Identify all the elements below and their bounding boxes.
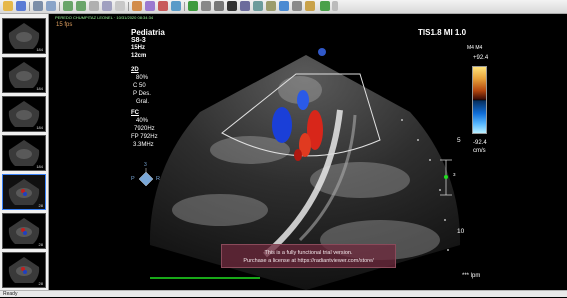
- text-icon[interactable]: [171, 1, 181, 11]
- p-value: P Des.: [133, 91, 151, 97]
- heart-rate: *** lpm: [462, 273, 481, 279]
- window-level-icon[interactable]: [115, 1, 125, 11]
- series-thumbnail[interactable]: 28: [2, 213, 46, 249]
- series-thumbnail[interactable]: 28: [2, 174, 46, 210]
- scale-top: +92.4: [473, 55, 489, 61]
- toolbar-separator: [128, 2, 129, 11]
- series-thumbnail[interactable]: 184: [2, 135, 46, 171]
- toolbar-separator: [184, 2, 185, 11]
- mode-2d-label: 2D: [131, 67, 139, 73]
- depth-mark-10: 10: [457, 228, 465, 235]
- fp-value: FP 792Hz: [131, 134, 158, 140]
- play-icon[interactable]: [188, 1, 198, 11]
- scale-bottom: -92.4: [473, 140, 487, 146]
- redo-icon[interactable]: [76, 1, 86, 11]
- ellipse-icon[interactable]: [158, 1, 168, 11]
- toolbar-separator: [59, 2, 60, 11]
- help-icon[interactable]: [320, 1, 330, 11]
- thumbnail-frame-count: 184: [36, 86, 43, 91]
- mode-fc-label: FC: [131, 110, 139, 116]
- thumbnail-frame-count: 184: [36, 47, 43, 52]
- thumbnail-frame-count: 28: [38, 281, 43, 286]
- m4-label: M4 M4: [467, 45, 483, 51]
- pan-icon[interactable]: [102, 1, 112, 11]
- thumbnail-frame-count: 184: [36, 125, 43, 130]
- series-thumbnail[interactable]: 184: [2, 96, 46, 132]
- watermark-line-1: This is a fully functional trial version…: [264, 250, 353, 256]
- orientation-r: R: [156, 176, 160, 182]
- arrow-icon[interactable]: [46, 1, 56, 11]
- grid-icon[interactable]: [33, 1, 43, 11]
- gral-value: Gral.: [136, 99, 150, 105]
- layout-icon[interactable]: [214, 1, 224, 11]
- orientation-number: 3: [144, 162, 147, 168]
- frequency-value: 15Hz: [131, 45, 146, 51]
- series-thumbnail[interactable]: 28: [2, 252, 46, 288]
- orientation-icon: [138, 168, 154, 187]
- preset-name: Pediatria: [131, 28, 165, 37]
- frame-rate: 15 fps: [56, 22, 73, 28]
- focus-number: 3: [453, 172, 456, 177]
- depth-value: 12cm: [131, 53, 147, 59]
- thumbnail-frame-count: 28: [38, 203, 43, 208]
- status-bar: Ready: [0, 290, 567, 297]
- doppler-color-scale: [472, 66, 487, 134]
- toolbar: [0, 0, 567, 14]
- invert-icon[interactable]: [227, 1, 237, 11]
- watermark-line-2: Purchase a license at https://radiantvie…: [243, 258, 374, 264]
- angle-icon[interactable]: [145, 1, 155, 11]
- thumbnail-frame-count: 28: [38, 242, 43, 247]
- series-thumbnail[interactable]: 184: [2, 18, 46, 54]
- zoom-icon[interactable]: [89, 1, 99, 11]
- c-value: C 50: [133, 83, 146, 89]
- focus-marker[interactable]: [444, 175, 448, 179]
- trial-watermark: This is a fully functional trial version…: [221, 244, 396, 268]
- save-icon[interactable]: [16, 1, 26, 11]
- scale-unit: cm/s: [473, 148, 486, 154]
- settings-icon[interactable]: [292, 1, 302, 11]
- depth-mark-5: 5: [457, 137, 461, 144]
- thumbnail-frame-count: 184: [36, 164, 43, 169]
- gain-2d: 80%: [136, 75, 149, 81]
- measure-icon[interactable]: [132, 1, 142, 11]
- patient-header: PEREDO CHUMPITAZ LEONEL · 10/31/2020 08:…: [55, 15, 154, 20]
- cine-icon[interactable]: [201, 1, 211, 11]
- dropdown-icon[interactable]: [332, 1, 338, 11]
- folder-icon[interactable]: [3, 1, 13, 11]
- tis-mi-readout: TIS1.8 MI 1.0: [418, 28, 467, 37]
- orientation-p: P: [131, 176, 135, 182]
- undo-icon[interactable]: [63, 1, 73, 11]
- reset-icon[interactable]: [266, 1, 276, 11]
- toolbar-separator: [29, 2, 30, 11]
- series-thumbnail[interactable]: 184: [2, 57, 46, 93]
- fc-gain: 40%: [136, 118, 149, 124]
- status-text: Ready: [3, 291, 18, 297]
- export-icon[interactable]: [305, 1, 315, 11]
- mhz-value: 3.3MHz: [133, 142, 154, 148]
- rotate-icon[interactable]: [240, 1, 250, 11]
- flip-icon[interactable]: [253, 1, 263, 11]
- info-icon[interactable]: [279, 1, 289, 11]
- fc-frequency: 7920Hz: [134, 126, 155, 132]
- probe-name: S8-3: [131, 37, 146, 44]
- probe-marker: [318, 48, 326, 56]
